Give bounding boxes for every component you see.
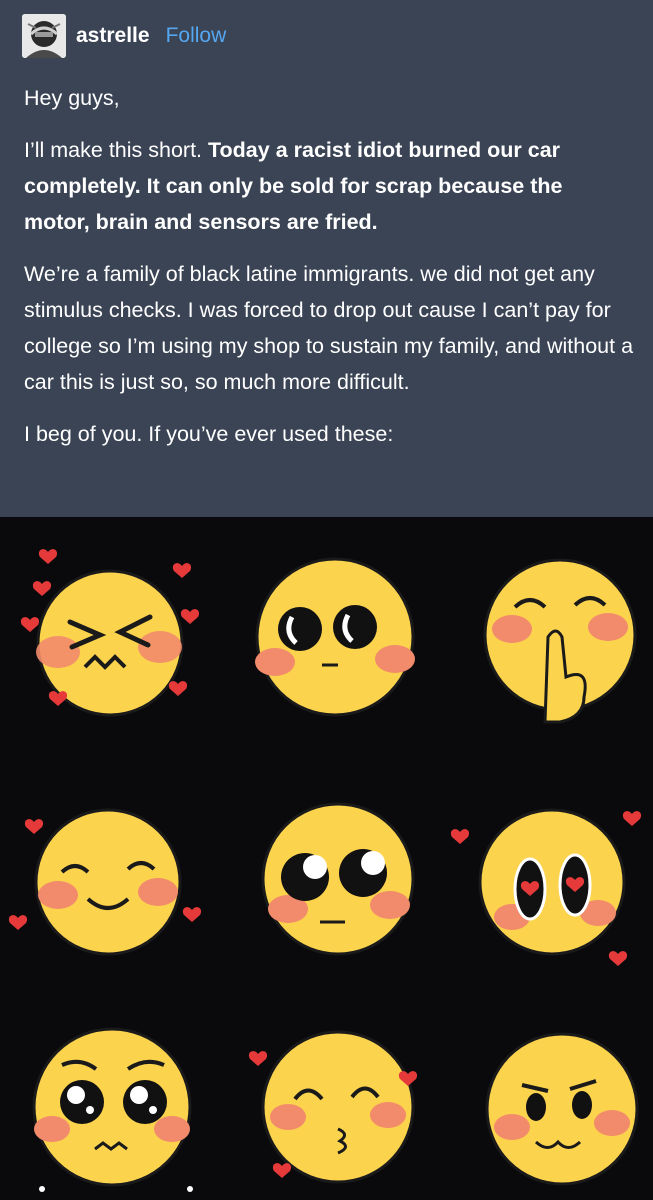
looking-up-emoji <box>261 802 415 956</box>
teary-emoji <box>32 1027 192 1187</box>
avatar[interactable] <box>22 14 66 58</box>
paragraph-3: I beg of you. If you’ve ever used these: <box>24 422 394 446</box>
smug-emoji <box>485 1032 639 1186</box>
paragraph-2: We’re a family of black latine immigrant… <box>24 262 634 394</box>
emoji-image <box>0 517 653 1200</box>
paragraph-1: I’ll make this short. Today a racist idi… <box>24 132 634 240</box>
post-card: astrelle Follow Hey guys, I’ll make this… <box>0 0 653 517</box>
post-body: Hey guys, I’ll make this short. Today a … <box>24 80 634 468</box>
username[interactable]: astrelle <box>76 24 150 48</box>
follow-button[interactable]: Follow <box>166 24 227 48</box>
avatar-image <box>22 14 66 58</box>
paragraph-1-plain: I’ll make this short. <box>24 138 208 162</box>
post-header: astrelle Follow <box>22 14 226 58</box>
wide-eyes-emoji <box>255 557 415 717</box>
emoji-grid-drawing <box>0 517 653 1200</box>
greeting-text: Hey guys, <box>24 86 120 110</box>
